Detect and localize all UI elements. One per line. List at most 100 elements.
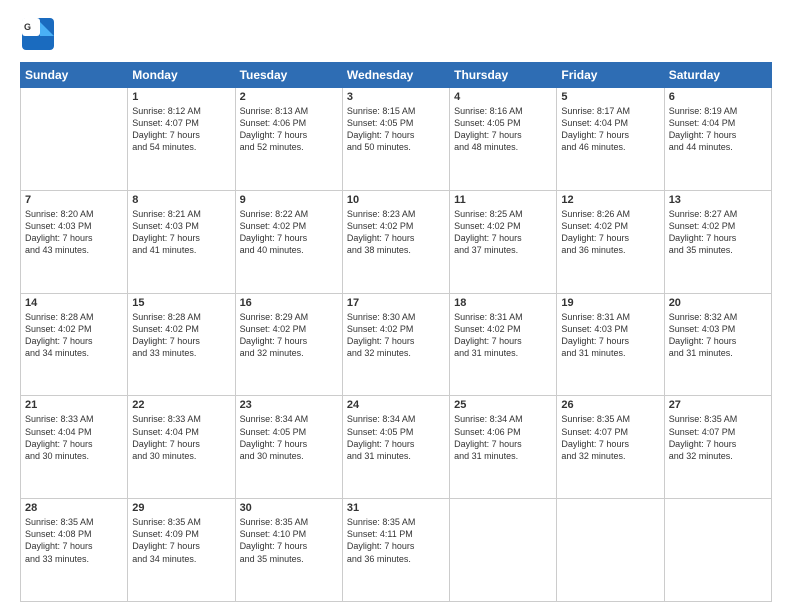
calendar-cell: 18 Sunrise: 8:31 AM Sunset: 4:02 PM Dayli…: [450, 293, 557, 396]
logo: G: [20, 16, 56, 52]
calendar-cell: [664, 499, 771, 602]
calendar-cell: 30 Sunrise: 8:35 AM Sunset: 4:10 PM Dayli…: [235, 499, 342, 602]
day-number: 29: [132, 502, 230, 514]
calendar-cell: 20 Sunrise: 8:32 AM Sunset: 4:03 PM Dayli…: [664, 293, 771, 396]
day-info: Sunrise: 8:35 AM Sunset: 4:11 PM Dayligh…: [347, 516, 445, 565]
day-info: Sunrise: 8:30 AM Sunset: 4:02 PM Dayligh…: [347, 311, 445, 360]
day-number: 8: [132, 194, 230, 206]
day-info: Sunrise: 8:34 AM Sunset: 4:06 PM Dayligh…: [454, 413, 552, 462]
calendar-week-row: 28Sunrise: 8:35 AM Sunset: 4:08 PM Dayli…: [21, 499, 772, 602]
calendar-cell: 19 Sunrise: 8:31 AM Sunset: 4:03 PM Dayli…: [557, 293, 664, 396]
day-info: Sunrise: 8:21 AM Sunset: 4:03 PM Dayligh…: [132, 208, 230, 257]
day-number: 12: [561, 194, 659, 206]
day-info: Sunrise: 8:28 AM Sunset: 4:02 PM Dayligh…: [25, 311, 123, 360]
day-number: 22: [132, 399, 230, 411]
day-number: 26: [561, 399, 659, 411]
day-info: Sunrise: 8:25 AM Sunset: 4:02 PM Dayligh…: [454, 208, 552, 257]
calendar-cell: 14 Sunrise: 8:28 AM Sunset: 4:02 PM Dayli…: [21, 293, 128, 396]
day-info: Sunrise: 8:31 AM Sunset: 4:02 PM Dayligh…: [454, 311, 552, 360]
day-info: Sunrise: 8:19 AM Sunset: 4:04 PM Dayligh…: [669, 105, 767, 154]
header: G: [20, 16, 772, 52]
calendar-cell: 9 Sunrise: 8:22 AM Sunset: 4:02 PM Daylig…: [235, 190, 342, 293]
calendar-cell: 3 Sunrise: 8:15 AM Sunset: 4:05 PM Daylig…: [342, 88, 449, 191]
day-number: 4: [454, 91, 552, 103]
day-number: 24: [347, 399, 445, 411]
calendar-cell: 1Sunrise: 8:12 AM Sunset: 4:07 PM Daylig…: [128, 88, 235, 191]
calendar-cell: 10 Sunrise: 8:23 AM Sunset: 4:02 PM Dayli…: [342, 190, 449, 293]
calendar-cell: 28Sunrise: 8:35 AM Sunset: 4:08 PM Dayli…: [21, 499, 128, 602]
day-info: Sunrise: 8:33 AM Sunset: 4:04 PM Dayligh…: [132, 413, 230, 462]
day-number: 10: [347, 194, 445, 206]
day-info: Sunrise: 8:35 AM Sunset: 4:09 PM Dayligh…: [132, 516, 230, 565]
col-header-tuesday: Tuesday: [235, 63, 342, 88]
day-number: 21: [25, 399, 123, 411]
calendar-cell: 13Sunrise: 8:27 AM Sunset: 4:02 PM Dayli…: [664, 190, 771, 293]
day-info: Sunrise: 8:34 AM Sunset: 4:05 PM Dayligh…: [240, 413, 338, 462]
calendar-cell: 2 Sunrise: 8:13 AM Sunset: 4:06 PM Daylig…: [235, 88, 342, 191]
calendar-cell: 6 Sunrise: 8:19 AM Sunset: 4:04 PM Daylig…: [664, 88, 771, 191]
day-info: Sunrise: 8:15 AM Sunset: 4:05 PM Dayligh…: [347, 105, 445, 154]
day-number: 14: [25, 297, 123, 309]
day-number: 19: [561, 297, 659, 309]
col-header-thursday: Thursday: [450, 63, 557, 88]
col-header-friday: Friday: [557, 63, 664, 88]
calendar-cell: [21, 88, 128, 191]
day-info: Sunrise: 8:35 AM Sunset: 4:10 PM Dayligh…: [240, 516, 338, 565]
day-info: Sunrise: 8:32 AM Sunset: 4:03 PM Dayligh…: [669, 311, 767, 360]
day-number: 2: [240, 91, 338, 103]
calendar-cell: 22 Sunrise: 8:33 AM Sunset: 4:04 PM Dayli…: [128, 396, 235, 499]
page: G SundayMondayTuesdayWednesdayThursdayFr…: [0, 0, 792, 612]
calendar-week-row: 7 Sunrise: 8:20 AM Sunset: 4:03 PM Daylig…: [21, 190, 772, 293]
calendar-cell: 12Sunrise: 8:26 AM Sunset: 4:02 PM Dayli…: [557, 190, 664, 293]
day-number: 7: [25, 194, 123, 206]
day-number: 3: [347, 91, 445, 103]
day-info: Sunrise: 8:20 AM Sunset: 4:03 PM Dayligh…: [25, 208, 123, 257]
svg-text:G: G: [24, 22, 31, 32]
day-info: Sunrise: 8:17 AM Sunset: 4:04 PM Dayligh…: [561, 105, 659, 154]
day-number: 18: [454, 297, 552, 309]
day-number: 23: [240, 399, 338, 411]
day-info: Sunrise: 8:27 AM Sunset: 4:02 PM Dayligh…: [669, 208, 767, 257]
calendar-week-row: 21 Sunrise: 8:33 AM Sunset: 4:04 PM Dayli…: [21, 396, 772, 499]
day-info: Sunrise: 8:23 AM Sunset: 4:02 PM Dayligh…: [347, 208, 445, 257]
day-info: Sunrise: 8:31 AM Sunset: 4:03 PM Dayligh…: [561, 311, 659, 360]
col-header-sunday: Sunday: [21, 63, 128, 88]
day-info: Sunrise: 8:29 AM Sunset: 4:02 PM Dayligh…: [240, 311, 338, 360]
col-header-saturday: Saturday: [664, 63, 771, 88]
day-number: 15: [132, 297, 230, 309]
day-info: Sunrise: 8:35 AM Sunset: 4:07 PM Dayligh…: [561, 413, 659, 462]
day-info: Sunrise: 8:35 AM Sunset: 4:07 PM Dayligh…: [669, 413, 767, 462]
calendar-cell: 21 Sunrise: 8:33 AM Sunset: 4:04 PM Dayli…: [21, 396, 128, 499]
calendar-cell: 4 Sunrise: 8:16 AM Sunset: 4:05 PM Daylig…: [450, 88, 557, 191]
calendar-cell: 11 Sunrise: 8:25 AM Sunset: 4:02 PM Dayli…: [450, 190, 557, 293]
calendar-cell: 27Sunrise: 8:35 AM Sunset: 4:07 PM Dayli…: [664, 396, 771, 499]
calendar-cell: 29 Sunrise: 8:35 AM Sunset: 4:09 PM Dayli…: [128, 499, 235, 602]
day-info: Sunrise: 8:22 AM Sunset: 4:02 PM Dayligh…: [240, 208, 338, 257]
day-number: 5: [561, 91, 659, 103]
day-number: 20: [669, 297, 767, 309]
day-number: 6: [669, 91, 767, 103]
day-number: 16: [240, 297, 338, 309]
calendar-cell: 17Sunrise: 8:30 AM Sunset: 4:02 PM Dayli…: [342, 293, 449, 396]
day-number: 1: [132, 91, 230, 103]
day-info: Sunrise: 8:16 AM Sunset: 4:05 PM Dayligh…: [454, 105, 552, 154]
col-header-monday: Monday: [128, 63, 235, 88]
calendar-cell: 16 Sunrise: 8:29 AM Sunset: 4:02 PM Dayli…: [235, 293, 342, 396]
calendar-week-row: 14 Sunrise: 8:28 AM Sunset: 4:02 PM Dayli…: [21, 293, 772, 396]
calendar-header-row: SundayMondayTuesdayWednesdayThursdayFrid…: [21, 63, 772, 88]
day-number: 9: [240, 194, 338, 206]
day-info: Sunrise: 8:33 AM Sunset: 4:04 PM Dayligh…: [25, 413, 123, 462]
day-number: 30: [240, 502, 338, 514]
calendar-cell: 15 Sunrise: 8:28 AM Sunset: 4:02 PM Dayli…: [128, 293, 235, 396]
calendar-cell: 26 Sunrise: 8:35 AM Sunset: 4:07 PM Dayli…: [557, 396, 664, 499]
calendar-cell: [557, 499, 664, 602]
calendar-table: SundayMondayTuesdayWednesdayThursdayFrid…: [20, 62, 772, 602]
day-info: Sunrise: 8:28 AM Sunset: 4:02 PM Dayligh…: [132, 311, 230, 360]
calendar-cell: 25 Sunrise: 8:34 AM Sunset: 4:06 PM Dayli…: [450, 396, 557, 499]
calendar-cell: 5 Sunrise: 8:17 AM Sunset: 4:04 PM Daylig…: [557, 88, 664, 191]
day-number: 11: [454, 194, 552, 206]
day-number: 25: [454, 399, 552, 411]
calendar-cell: 23 Sunrise: 8:34 AM Sunset: 4:05 PM Dayli…: [235, 396, 342, 499]
day-info: Sunrise: 8:13 AM Sunset: 4:06 PM Dayligh…: [240, 105, 338, 154]
day-number: 31: [347, 502, 445, 514]
